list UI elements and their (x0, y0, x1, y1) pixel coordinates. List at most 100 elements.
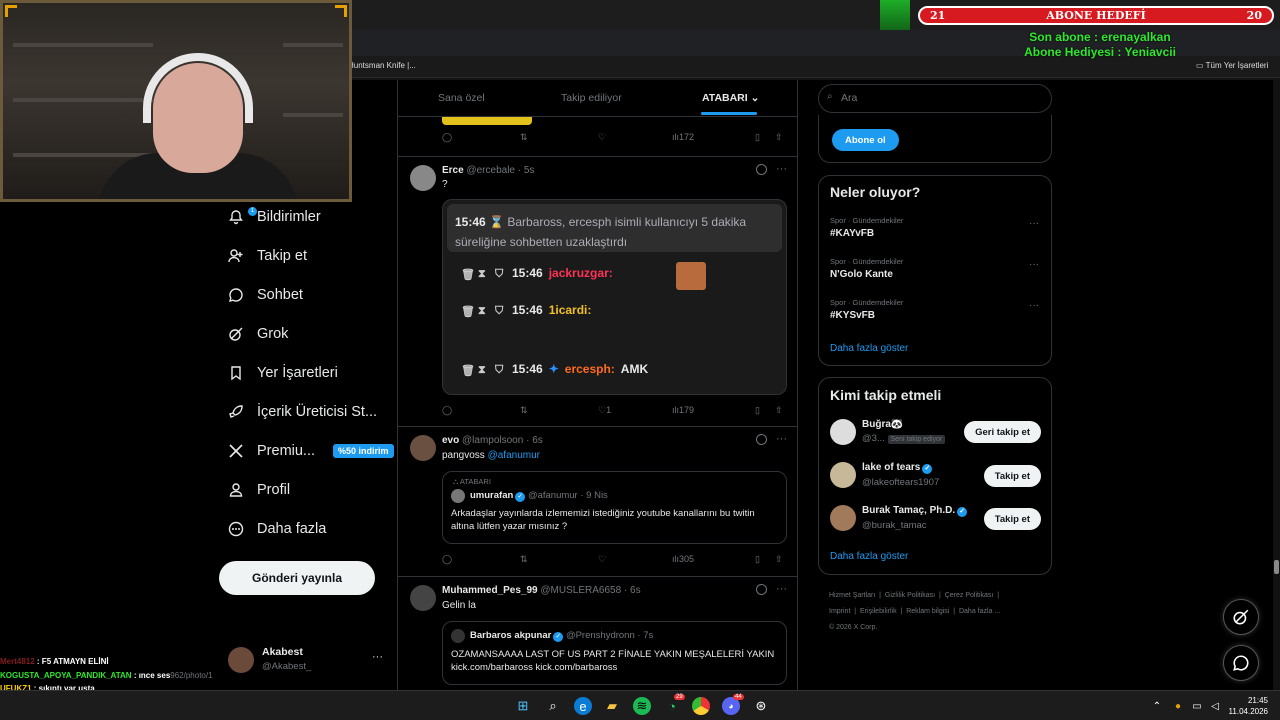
search-icon[interactable]: ⌕ (544, 697, 562, 715)
like-icon[interactable]: ♡ (598, 554, 606, 565)
network-icon[interactable]: ▭ (1188, 697, 1206, 715)
share-icon[interactable]: ⇧ (775, 554, 783, 565)
post-button[interactable]: Gönderi yayınla (219, 561, 375, 595)
all-bookmarks-folder[interactable]: ▭ Tüm Yer İşaretleri (1196, 61, 1268, 70)
repost-icon[interactable]: ⇅ (520, 132, 528, 143)
more-icon[interactable]: ··· (776, 433, 787, 445)
post-media[interactable]: 15:46 ⌛ Barbaross, ercesph isimli kullan… (442, 199, 787, 395)
quoted-post[interactable]: ⛬ ATABARI umurafan ✓ @afanumur · 9 Nis Ar… (442, 471, 787, 544)
system-clock[interactable]: 21:45 11.04.2026 (1229, 695, 1268, 717)
author-name[interactable]: Erce (442, 165, 464, 176)
repost-icon[interactable]: ⇅ (520, 405, 528, 416)
volume-icon[interactable]: ◁ (1206, 697, 1224, 715)
tab-atabari[interactable]: ATABARI ⌄ (702, 92, 759, 104)
nav-item-follow[interactable]: Takip et (227, 242, 307, 270)
more-icon[interactable]: ··· (1029, 300, 1039, 311)
search-input[interactable]: ⌕ Ara (818, 84, 1052, 113)
trend-item[interactable]: #KAYvFB (830, 228, 874, 239)
account-switcher[interactable]: Akabest @Akabest_ ··· (225, 642, 390, 678)
app-icon[interactable]: ⊛ (752, 697, 770, 715)
post[interactable]: Muhammed_Pes_99 @MUSLERA6658 · 6s ··· Ge… (398, 577, 797, 690)
tab-following[interactable]: Takip ediliyor (561, 92, 622, 104)
show-more-link[interactable]: Daha fazla göster (830, 343, 908, 354)
avatar[interactable] (410, 165, 436, 191)
avatar[interactable] (410, 435, 436, 461)
reply-icon[interactable]: ◯ (442, 132, 452, 143)
bookmark-icon[interactable]: ▯ (755, 554, 760, 565)
nav-item-premium[interactable]: Premiu... %50 indirim (227, 437, 394, 465)
scrollbar-thumb[interactable] (1274, 560, 1279, 574)
edge-icon[interactable]: e (574, 697, 592, 715)
views-count[interactable]: ılı 179 (672, 405, 694, 415)
follow-button[interactable]: Takip et (983, 508, 1041, 530)
nav-item-grok[interactable]: Grok (227, 320, 288, 348)
footer-link[interactable]: Daha fazla ... (959, 608, 1000, 615)
author-handle[interactable]: @lampolsoon (462, 435, 523, 446)
more-icon[interactable]: ··· (1029, 259, 1039, 270)
views-count[interactable]: ılı 305 (672, 554, 694, 564)
microphone-icon[interactable]: ● (1169, 697, 1187, 715)
views-count[interactable]: ılı 172 (672, 132, 694, 142)
trend-item[interactable]: #KYSvFB (830, 310, 875, 321)
author-name[interactable]: Muhammed_Pes_99 (442, 585, 538, 596)
bookmark-icon[interactable]: ▯ (755, 405, 760, 416)
post[interactable]: evo @lampolsoon · 6s ··· pangvoss @afanu… (398, 427, 797, 577)
clock-time: 21:45 (1247, 696, 1268, 705)
avatar[interactable] (830, 419, 856, 445)
grok-float-button[interactable] (1223, 599, 1259, 635)
suggestion-name[interactable]: Buğra🐼 (862, 419, 903, 430)
follow-button[interactable]: Takip et (983, 465, 1041, 487)
more-icon[interactable]: ··· (372, 651, 383, 663)
share-icon[interactable]: ⇧ (775, 405, 783, 416)
more-icon[interactable]: ··· (1029, 218, 1039, 229)
grok-icon[interactable] (756, 434, 767, 445)
share-icon[interactable]: ⇧ (775, 132, 783, 143)
suggestion-name[interactable]: Burak Tamaç, Ph.D. ✓ (862, 505, 968, 517)
bookmark-item[interactable]: Huntsman Knife |... (348, 61, 416, 70)
folder-icon[interactable]: ▰ (603, 697, 621, 715)
post-partial[interactable]: ◯ ⇅ ♡ ılı 172 ▯ ⇧ (398, 117, 797, 157)
tray-chevron-icon[interactable]: ⌃ (1148, 697, 1166, 715)
messages-float-button[interactable] (1223, 645, 1259, 681)
nav-item-more[interactable]: Daha fazla (227, 515, 326, 543)
subscribe-button[interactable]: Abone ol (832, 129, 899, 151)
footer-link[interactable]: Imprint (829, 608, 850, 615)
like-count[interactable]: ♡ 1 (598, 405, 611, 416)
footer-link[interactable]: Hizmet Şartları (829, 592, 875, 599)
nav-item-creator-studio[interactable]: İçerik Üreticisi St... (227, 398, 377, 426)
post[interactable]: Erce @ercebale · 5s ··· ? 15:46 ⌛ Barbar… (398, 157, 797, 427)
spotify-icon[interactable]: ≋ (633, 697, 651, 715)
author-handle[interactable]: @ercebale (466, 165, 515, 176)
show-more-link[interactable]: Daha fazla göster (830, 551, 908, 562)
footer-link[interactable]: Çerez Politikası (945, 592, 994, 599)
mention-link[interactable]: @afanumur (488, 450, 540, 461)
chrome-icon[interactable] (692, 697, 710, 715)
quoted-post[interactable]: Barbaros akpunar ✓ @Prenshydronn · 7s OZA… (442, 621, 787, 685)
avatar[interactable] (830, 462, 856, 488)
author-name[interactable]: evo (442, 435, 459, 446)
grok-icon[interactable] (756, 584, 767, 595)
footer-link[interactable]: Reklam bilgisi (906, 608, 949, 615)
follow-back-button[interactable]: Geri takip et (964, 421, 1041, 443)
nav-item-chat[interactable]: Sohbet (227, 281, 303, 309)
nav-item-profile[interactable]: Profil (227, 476, 290, 504)
suggestion-name[interactable]: lake of tears ✓ (862, 462, 933, 474)
repost-icon[interactable]: ⇅ (520, 554, 528, 565)
more-icon[interactable]: ··· (776, 583, 787, 595)
like-icon[interactable]: ♡ (598, 132, 606, 143)
windows-start-icon[interactable]: ⊞ (514, 697, 532, 715)
avatar[interactable] (410, 585, 436, 611)
reply-icon[interactable]: ◯ (442, 554, 452, 565)
author-handle[interactable]: @MUSLERA6658 (540, 585, 621, 596)
more-icon[interactable]: ··· (776, 163, 787, 175)
tab-for-you[interactable]: Sana özel (438, 92, 485, 104)
nav-item-bookmarks[interactable]: Yer İşaretleri (227, 359, 338, 387)
nav-item-notifications[interactable]: 1 Bildirimler (227, 203, 321, 231)
grok-icon[interactable] (756, 164, 767, 175)
footer-link[interactable]: Gizlilik Politikası (885, 592, 935, 599)
reply-icon[interactable]: ◯ (442, 405, 452, 416)
footer-link[interactable]: Erişilebilirlik (860, 608, 897, 615)
avatar[interactable] (830, 505, 856, 531)
bookmark-icon[interactable]: ▯ (755, 132, 760, 143)
trend-item[interactable]: N'Golo Kante (830, 269, 893, 280)
